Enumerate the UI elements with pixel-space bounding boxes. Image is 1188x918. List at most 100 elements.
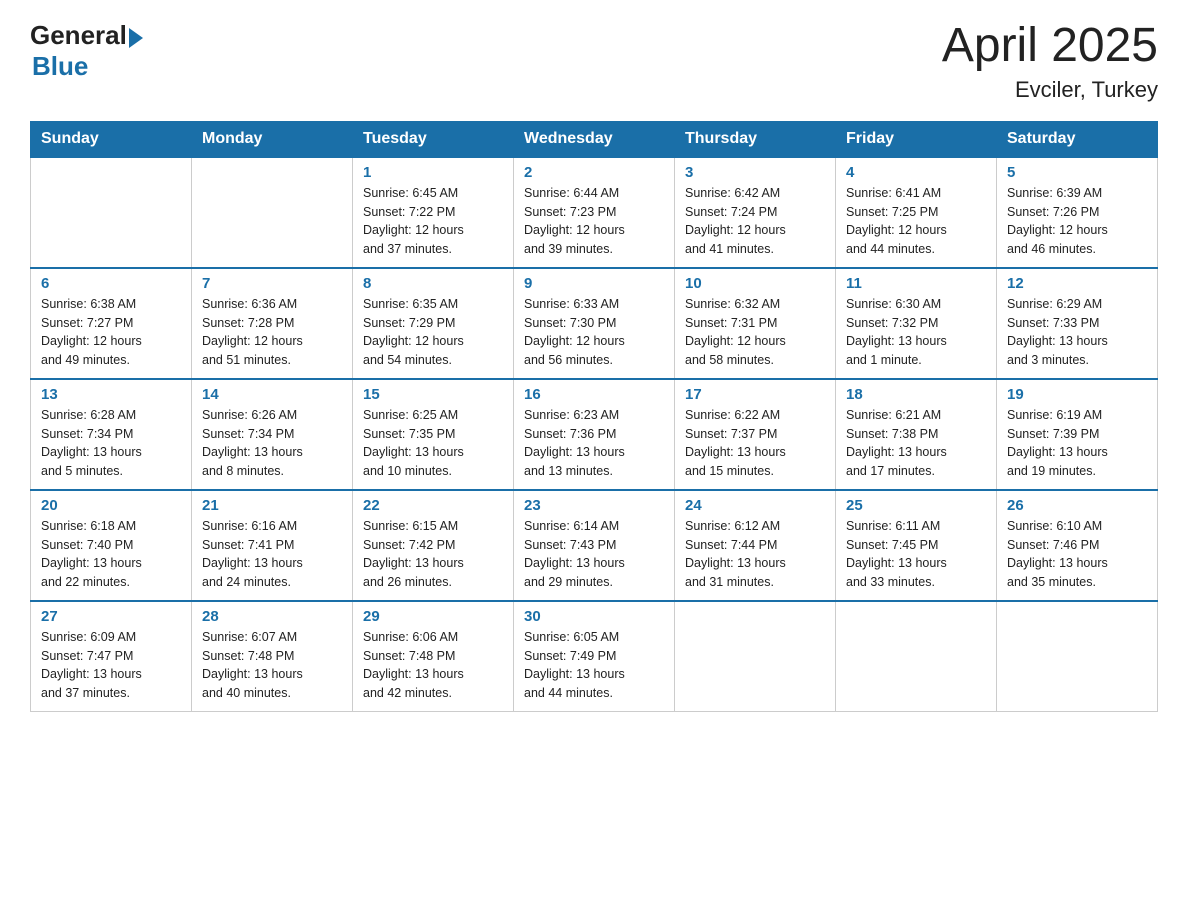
calendar-day-cell: 13 Sunrise: 6:28 AM Sunset: 7:34 PM Dayli… bbox=[31, 379, 192, 490]
day-info: Sunrise: 6:05 AM Sunset: 7:49 PM Dayligh… bbox=[524, 628, 664, 703]
calendar-day-cell: 29 Sunrise: 6:06 AM Sunset: 7:48 PM Dayli… bbox=[353, 601, 514, 712]
calendar-day-cell: 15Sunrise: 6:25 AM Sunset: 7:35 PM Dayli… bbox=[353, 379, 514, 490]
week-row: 1 Sunrise: 6:45 AM Sunset: 7:22 PM Daylig… bbox=[31, 157, 1158, 268]
logo-blue-text: Blue bbox=[32, 51, 88, 82]
calendar-day-cell: 3 Sunrise: 6:42 AM Sunset: 7:24 PM Daylig… bbox=[675, 157, 836, 268]
day-number: 29 bbox=[363, 608, 503, 625]
day-info: Sunrise: 6:30 AM Sunset: 7:32 PM Dayligh… bbox=[846, 295, 986, 370]
day-number: 27 bbox=[41, 608, 181, 625]
day-number: 11 bbox=[846, 275, 986, 292]
day-number: 9 bbox=[524, 275, 664, 292]
day-number: 6 bbox=[41, 275, 181, 292]
day-number: 20 bbox=[41, 497, 181, 514]
calendar-day-cell: 9 Sunrise: 6:33 AM Sunset: 7:30 PM Daylig… bbox=[514, 268, 675, 379]
calendar-day-cell: 11 Sunrise: 6:30 AM Sunset: 7:32 PM Dayli… bbox=[836, 268, 997, 379]
day-info: Sunrise: 6:23 AM Sunset: 7:36 PM Dayligh… bbox=[524, 406, 664, 481]
day-number: 12 bbox=[1007, 275, 1147, 292]
calendar-day-cell: 24 Sunrise: 6:12 AM Sunset: 7:44 PM Dayli… bbox=[675, 490, 836, 601]
title-block: April 2025 Evciler, Turkey bbox=[942, 20, 1158, 103]
day-number: 23 bbox=[524, 497, 664, 514]
calendar-day-cell: 18 Sunrise: 6:21 AM Sunset: 7:38 PM Dayli… bbox=[836, 379, 997, 490]
logo: General Blue bbox=[30, 20, 143, 82]
calendar-day-cell: 21 Sunrise: 6:16 AM Sunset: 7:41 PM Dayli… bbox=[192, 490, 353, 601]
week-row: 13 Sunrise: 6:28 AM Sunset: 7:34 PM Dayli… bbox=[31, 379, 1158, 490]
day-number: 19 bbox=[1007, 386, 1147, 403]
day-number: 22 bbox=[363, 497, 503, 514]
day-number: 8 bbox=[363, 275, 503, 292]
day-info: Sunrise: 6:26 AM Sunset: 7:34 PM Dayligh… bbox=[202, 406, 342, 481]
day-number: 30 bbox=[524, 608, 664, 625]
calendar-day-header: Saturday bbox=[997, 121, 1158, 157]
day-number: 25 bbox=[846, 497, 986, 514]
calendar-day-header: Thursday bbox=[675, 121, 836, 157]
day-info: Sunrise: 6:21 AM Sunset: 7:38 PM Dayligh… bbox=[846, 406, 986, 481]
day-info: Sunrise: 6:42 AM Sunset: 7:24 PM Dayligh… bbox=[685, 184, 825, 259]
calendar-day-cell: 17Sunrise: 6:22 AM Sunset: 7:37 PM Dayli… bbox=[675, 379, 836, 490]
empty-cell bbox=[997, 601, 1158, 712]
calendar-day-cell: 5 Sunrise: 6:39 AM Sunset: 7:26 PM Daylig… bbox=[997, 157, 1158, 268]
day-info: Sunrise: 6:45 AM Sunset: 7:22 PM Dayligh… bbox=[363, 184, 503, 259]
day-number: 24 bbox=[685, 497, 825, 514]
day-number: 21 bbox=[202, 497, 342, 514]
day-info: Sunrise: 6:36 AM Sunset: 7:28 PM Dayligh… bbox=[202, 295, 342, 370]
day-info: Sunrise: 6:06 AM Sunset: 7:48 PM Dayligh… bbox=[363, 628, 503, 703]
calendar-day-cell: 19 Sunrise: 6:19 AM Sunset: 7:39 PM Dayli… bbox=[997, 379, 1158, 490]
empty-cell bbox=[31, 157, 192, 268]
day-number: 3 bbox=[685, 164, 825, 181]
day-number: 16 bbox=[524, 386, 664, 403]
day-info: Sunrise: 6:44 AM Sunset: 7:23 PM Dayligh… bbox=[524, 184, 664, 259]
day-info: Sunrise: 6:19 AM Sunset: 7:39 PM Dayligh… bbox=[1007, 406, 1147, 481]
calendar-header-row: SundayMondayTuesdayWednesdayThursdayFrid… bbox=[31, 121, 1158, 157]
month-title: April 2025 bbox=[942, 20, 1158, 73]
calendar-day-header: Monday bbox=[192, 121, 353, 157]
day-info: Sunrise: 6:18 AM Sunset: 7:40 PM Dayligh… bbox=[41, 517, 181, 592]
calendar-day-cell: 8 Sunrise: 6:35 AM Sunset: 7:29 PM Daylig… bbox=[353, 268, 514, 379]
logo-general-text: General bbox=[30, 20, 127, 51]
calendar-day-cell: 20 Sunrise: 6:18 AM Sunset: 7:40 PM Dayli… bbox=[31, 490, 192, 601]
calendar-day-header: Friday bbox=[836, 121, 997, 157]
day-info: Sunrise: 6:28 AM Sunset: 7:34 PM Dayligh… bbox=[41, 406, 181, 481]
day-info: Sunrise: 6:33 AM Sunset: 7:30 PM Dayligh… bbox=[524, 295, 664, 370]
empty-cell bbox=[192, 157, 353, 268]
calendar-day-cell: 6 Sunrise: 6:38 AM Sunset: 7:27 PM Daylig… bbox=[31, 268, 192, 379]
calendar-day-header: Tuesday bbox=[353, 121, 514, 157]
day-info: Sunrise: 6:12 AM Sunset: 7:44 PM Dayligh… bbox=[685, 517, 825, 592]
calendar-day-cell: 12 Sunrise: 6:29 AM Sunset: 7:33 PM Dayli… bbox=[997, 268, 1158, 379]
day-number: 28 bbox=[202, 608, 342, 625]
empty-cell bbox=[836, 601, 997, 712]
calendar-day-cell: 22Sunrise: 6:15 AM Sunset: 7:42 PM Dayli… bbox=[353, 490, 514, 601]
day-number: 1 bbox=[363, 164, 503, 181]
day-number: 26 bbox=[1007, 497, 1147, 514]
day-info: Sunrise: 6:07 AM Sunset: 7:48 PM Dayligh… bbox=[202, 628, 342, 703]
calendar-day-cell: 27 Sunrise: 6:09 AM Sunset: 7:47 PM Dayli… bbox=[31, 601, 192, 712]
page-header: General Blue April 2025 Evciler, Turkey bbox=[30, 20, 1158, 103]
calendar-day-cell: 14 Sunrise: 6:26 AM Sunset: 7:34 PM Dayli… bbox=[192, 379, 353, 490]
day-info: Sunrise: 6:35 AM Sunset: 7:29 PM Dayligh… bbox=[363, 295, 503, 370]
calendar-day-cell: 16 Sunrise: 6:23 AM Sunset: 7:36 PM Dayli… bbox=[514, 379, 675, 490]
calendar-day-cell: 28 Sunrise: 6:07 AM Sunset: 7:48 PM Dayli… bbox=[192, 601, 353, 712]
calendar-day-cell: 4Sunrise: 6:41 AM Sunset: 7:25 PM Daylig… bbox=[836, 157, 997, 268]
day-number: 18 bbox=[846, 386, 986, 403]
day-info: Sunrise: 6:09 AM Sunset: 7:47 PM Dayligh… bbox=[41, 628, 181, 703]
day-info: Sunrise: 6:10 AM Sunset: 7:46 PM Dayligh… bbox=[1007, 517, 1147, 592]
empty-cell bbox=[675, 601, 836, 712]
calendar-day-cell: 23Sunrise: 6:14 AM Sunset: 7:43 PM Dayli… bbox=[514, 490, 675, 601]
day-info: Sunrise: 6:38 AM Sunset: 7:27 PM Dayligh… bbox=[41, 295, 181, 370]
day-number: 14 bbox=[202, 386, 342, 403]
day-number: 7 bbox=[202, 275, 342, 292]
day-number: 5 bbox=[1007, 164, 1147, 181]
day-number: 10 bbox=[685, 275, 825, 292]
day-info: Sunrise: 6:29 AM Sunset: 7:33 PM Dayligh… bbox=[1007, 295, 1147, 370]
day-info: Sunrise: 6:22 AM Sunset: 7:37 PM Dayligh… bbox=[685, 406, 825, 481]
day-number: 13 bbox=[41, 386, 181, 403]
calendar-day-header: Sunday bbox=[31, 121, 192, 157]
calendar-day-cell: 25 Sunrise: 6:11 AM Sunset: 7:45 PM Dayli… bbox=[836, 490, 997, 601]
day-info: Sunrise: 6:16 AM Sunset: 7:41 PM Dayligh… bbox=[202, 517, 342, 592]
day-info: Sunrise: 6:11 AM Sunset: 7:45 PM Dayligh… bbox=[846, 517, 986, 592]
day-info: Sunrise: 6:25 AM Sunset: 7:35 PM Dayligh… bbox=[363, 406, 503, 481]
day-number: 4 bbox=[846, 164, 986, 181]
calendar-day-header: Wednesday bbox=[514, 121, 675, 157]
calendar-table: SundayMondayTuesdayWednesdayThursdayFrid… bbox=[30, 121, 1158, 712]
calendar-day-cell: 1 Sunrise: 6:45 AM Sunset: 7:22 PM Daylig… bbox=[353, 157, 514, 268]
day-info: Sunrise: 6:39 AM Sunset: 7:26 PM Dayligh… bbox=[1007, 184, 1147, 259]
